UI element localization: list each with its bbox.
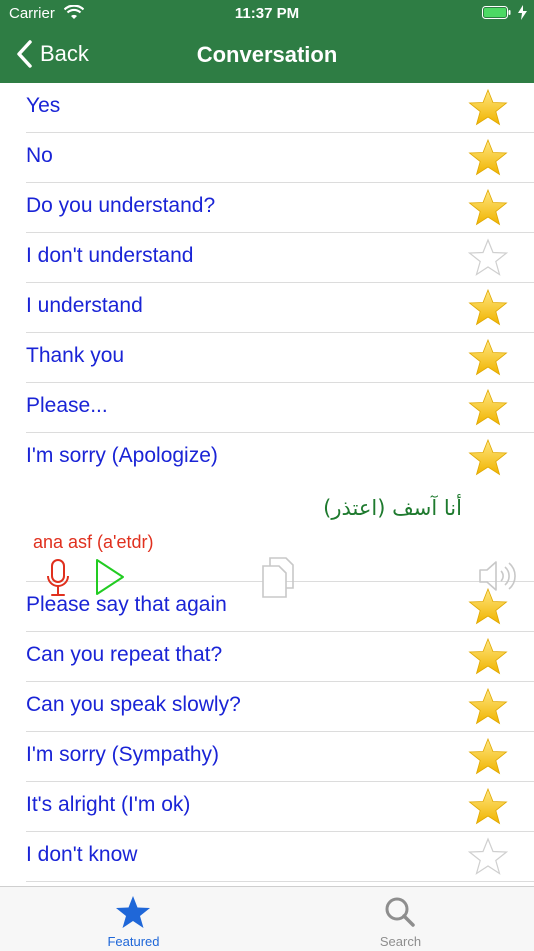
- star-filled-icon[interactable]: [468, 438, 508, 476]
- list-item[interactable]: Can you repeat that?: [26, 632, 534, 682]
- list-item[interactable]: Do you understand?: [26, 183, 534, 233]
- star-filled-icon[interactable]: [468, 138, 508, 176]
- list-item[interactable]: I don't know: [26, 832, 534, 882]
- phrase-label: Do you understand?: [26, 194, 216, 217]
- phrase-label: Can you repeat that?: [26, 643, 223, 666]
- phrase-label: Please...: [26, 394, 108, 417]
- phrase-label: I'm sorry (Apologize): [26, 444, 218, 467]
- phrase-list[interactable]: Yes No Do you understand? I don't understan…: [0, 83, 534, 886]
- star-filled-icon[interactable]: [468, 737, 508, 775]
- phrase-label: I'm sorry (Sympathy): [26, 743, 220, 766]
- transliteration: ana asf (a'etdr): [33, 532, 154, 552]
- charging-icon: [518, 5, 527, 20]
- star-filled-icon[interactable]: [468, 687, 508, 725]
- phrase-label: Thank you: [26, 344, 125, 367]
- phrase-label: It's alright (I'm ok): [26, 793, 191, 816]
- list-item[interactable]: No: [26, 133, 534, 183]
- star-filled-icon[interactable]: [468, 88, 508, 126]
- tab-search-label: Search: [379, 934, 422, 949]
- list-item[interactable]: I'm sorry (Sympathy): [26, 732, 534, 782]
- status-time: 11:37 PM: [234, 5, 300, 22]
- search-icon: [385, 897, 415, 927]
- list-item[interactable]: It's alright (I'm ok): [26, 782, 534, 832]
- list-item-expanded[interactable]: I'm sorry (Apologize) أنا آسف (اعتذر) ana …: [26, 433, 534, 598]
- list-item[interactable]: I understand: [26, 283, 534, 333]
- phrase-label: I don't understand: [26, 244, 194, 267]
- list-item[interactable]: Thank you: [26, 333, 534, 383]
- list-item[interactable]: I don't understand: [26, 233, 534, 283]
- star-filled-icon[interactable]: [468, 338, 508, 376]
- star-filled-icon[interactable]: [468, 288, 508, 326]
- navigation-bar: Back Conversation: [0, 28, 534, 83]
- phrase-label: Yes: [26, 94, 61, 117]
- status-bar: Carrier 11:37 PM: [0, 0, 534, 28]
- list-item[interactable]: Can you speak slowly?: [26, 682, 534, 732]
- tab-search[interactable]: Search: [267, 887, 534, 951]
- star-filled-icon[interactable]: [468, 637, 508, 675]
- phrase-label: Please say that again: [26, 593, 227, 616]
- list-item[interactable]: Please say that again: [26, 582, 534, 632]
- tab-bar: Featured Search: [0, 886, 534, 951]
- list-item[interactable]: Yes: [26, 83, 534, 133]
- list-item[interactable]: Please...: [26, 383, 534, 433]
- star-outline-icon[interactable]: [468, 837, 508, 875]
- star-outline-icon[interactable]: [468, 238, 508, 276]
- star-filled-icon[interactable]: [468, 188, 508, 226]
- star-filled-icon[interactable]: [468, 587, 508, 625]
- battery-icon: [482, 6, 511, 19]
- tab-featured-label: Featured: [107, 934, 160, 949]
- phrase-label: I understand: [26, 294, 143, 317]
- top-bar: Carrier 11:37 PM Back Conversation: [0, 0, 534, 83]
- phrase-label: I don't know: [26, 843, 138, 866]
- phrase-label: No: [26, 144, 53, 167]
- star-filled-icon[interactable]: [468, 787, 508, 825]
- star-icon: [116, 896, 150, 928]
- arabic-translation: أنا آسف (اعتذر): [323, 496, 462, 520]
- star-filled-icon[interactable]: [468, 388, 508, 426]
- page-title: Conversation: [196, 42, 338, 67]
- tab-featured[interactable]: Featured: [0, 887, 267, 951]
- phrase-label: Can you speak slowly?: [26, 693, 241, 716]
